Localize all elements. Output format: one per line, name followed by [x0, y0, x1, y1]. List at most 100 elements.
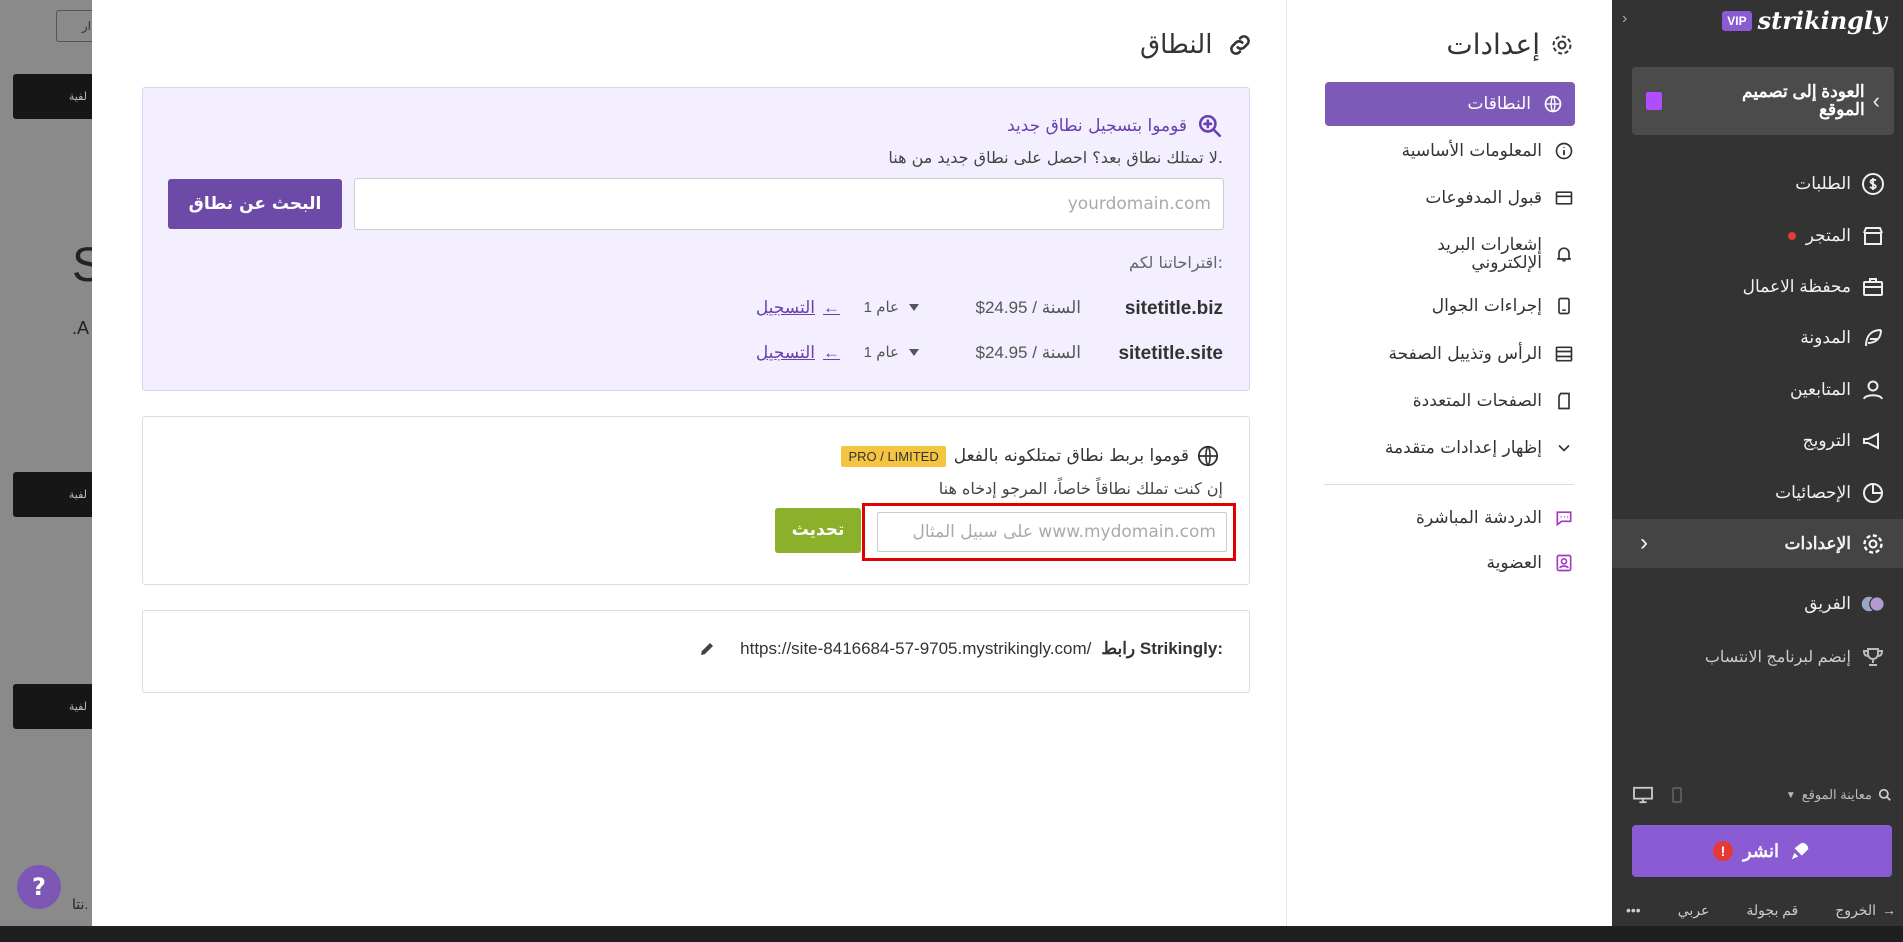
years-select[interactable]: 1 عام	[864, 343, 919, 361]
globe-icon	[1197, 445, 1219, 467]
caret-down-icon	[909, 303, 919, 311]
years-select[interactable]: 1 عام	[864, 298, 919, 316]
own-domain-card: PRO / LIMITED قوموا بربط نطاق تمتلكونه ب…	[142, 416, 1250, 585]
settings-item-membership[interactable]: العضوية	[1487, 553, 1574, 573]
logout-arrow-icon: →	[1881, 902, 1896, 918]
preview-label: معاينة الموقع	[1801, 787, 1872, 802]
more-icon[interactable]: •••	[1626, 902, 1641, 919]
highlight-box: على سبيل المثال www.mydomain.com	[862, 503, 1236, 561]
search-domain-button[interactable]: البحث عن نطاق	[168, 179, 342, 229]
url-label: رابط Strikingly:	[1101, 639, 1223, 658]
background-editor: ار لفية S .A لفية لفية نتا.	[0, 0, 104, 942]
domain-search-input[interactable]: yourdomain.com	[354, 178, 1224, 230]
suggestions-label: اقتراحاتنا لكم:	[1129, 253, 1223, 272]
settings-item-label: الرأس وتذييل الصفحة	[1388, 344, 1543, 364]
sidebar-item-analytics[interactable]: الإحصائيات	[1775, 481, 1885, 505]
sidebar-item-followers[interactable]: المتابعين	[1790, 378, 1885, 402]
sidebar-item-label: محفظة الاعمال	[1742, 277, 1851, 296]
settings-item-label: العضوية	[1486, 553, 1542, 573]
background-block: لفية	[13, 684, 101, 729]
chevron-right-icon: ›	[1640, 529, 1648, 556]
sidebar-item-store[interactable]: المتجر	[1787, 224, 1885, 248]
settings-item-label: الصفحات المتعددة	[1412, 391, 1542, 411]
background-text: نتا.	[72, 896, 89, 912]
own-domain-title: PRO / LIMITED قوموا بربط نطاق تمتلكونه ب…	[833, 445, 1219, 467]
arrow-left-icon: ←	[823, 343, 840, 362]
suggested-domain: sitetitle.biz	[1124, 298, 1223, 319]
language-link[interactable]: عربي	[1678, 902, 1710, 919]
vip-badge: VIP	[1722, 10, 1752, 31]
years-value: 1 عام	[863, 344, 899, 361]
settings-item-basic-info[interactable]: المعلومات الأساسية	[1402, 141, 1574, 161]
mobile-icon	[1558, 297, 1570, 315]
suggestion-row: sitetitle.biz $24.95 / السنة 1 عام التسج…	[143, 298, 1249, 322]
link-icon	[1230, 35, 1251, 55]
sidebar-item-affiliate[interactable]: إنضم لبرنامج الانتساب	[1705, 645, 1885, 669]
sidebar-item-label: الترويج	[1802, 431, 1851, 450]
sidebar-item-label: الإحصائيات	[1775, 483, 1851, 502]
register-domain-card: قوموا بتسجيل نطاق جديد لا تمتلك نطاق بعد…	[142, 87, 1250, 391]
back-to-design-button[interactable]: العودة إلى تصميم الموقع ‹	[1632, 67, 1894, 135]
settings-item-live-chat[interactable]: الدردشة المباشرة	[1416, 508, 1574, 528]
sidebar-item-label: إنضم لبرنامج الانتساب	[1704, 649, 1851, 666]
caret-down-icon	[909, 348, 919, 356]
logout-label: الخروج	[1835, 902, 1876, 918]
suggested-price: $24.95 / السنة	[975, 343, 1081, 362]
warning-icon: !	[1713, 841, 1733, 861]
sidebar-item-portfolio[interactable]: محفظة الاعمال	[1743, 275, 1885, 299]
sidebar-item-team[interactable]: الفريق	[1804, 592, 1885, 616]
publish-label: انشر	[1743, 840, 1779, 861]
settings-item-advanced[interactable]: إظهار إعدادات متقدمة	[1385, 438, 1574, 458]
tour-link[interactable]: قم بجولة	[1746, 902, 1798, 919]
trophy-icon	[1862, 648, 1884, 666]
mobile-icon[interactable]	[1672, 787, 1682, 803]
logout-link[interactable]: الخروج →	[1835, 902, 1896, 919]
own-domain-subtitle: إن كنت تملك نطاقاً خاصاً، المرجو إدخاه ه…	[938, 479, 1223, 498]
settings-item-payments[interactable]: قبول المدفوعات	[1425, 188, 1574, 208]
chevron-left-icon: ‹	[1872, 88, 1880, 113]
register-link[interactable]: التسجيل ←	[756, 298, 840, 318]
app-sidebar: › VIP strikingly العودة إلى تصميم الموقع…	[1612, 0, 1903, 926]
pages-icon	[1558, 392, 1570, 410]
register-link-label: التسجيل	[755, 298, 815, 317]
sidebar-item-blog[interactable]: المدونة	[1800, 326, 1885, 350]
card-icon	[1555, 191, 1573, 205]
update-button[interactable]: تحديث	[775, 508, 861, 553]
settings-title: إعدادات	[1446, 28, 1574, 61]
pro-badge: PRO / LIMITED	[841, 445, 946, 467]
background-block: لفية	[13, 472, 101, 517]
settings-item-label: إظهار إعدادات متقدمة	[1384, 438, 1542, 458]
preview-site-dropdown[interactable]: ▼ معاينة الموقع	[1786, 787, 1892, 803]
sidebar-item-promotion[interactable]: الترويج	[1803, 429, 1885, 453]
dollar-icon	[1862, 173, 1884, 195]
settings-item-domains[interactable]: النطاقات	[1325, 82, 1575, 126]
back-label: العودة إلى تصميم الموقع	[1742, 82, 1865, 119]
collapse-chevron-icon[interactable]: ›	[1622, 10, 1627, 28]
settings-item-multiple-pages[interactable]: الصفحات المتعددة	[1413, 391, 1574, 411]
strikingly-url-row: https://site-8416684-57-9705.mystrikingl…	[698, 639, 1223, 659]
own-domain-input[interactable]: على سبيل المثال www.mydomain.com	[877, 512, 1227, 552]
layout-icon	[1555, 346, 1573, 362]
sidebar-item-settings[interactable]: › الإعدادات	[1612, 519, 1903, 568]
sidebar-item-orders[interactable]: الطلبات	[1795, 172, 1885, 196]
sidebar-footer: ••• عربي قم بجولة الخروج →	[1626, 902, 1896, 919]
info-icon	[1555, 142, 1573, 160]
help-button[interactable]: ?	[17, 865, 61, 909]
desktop-icon[interactable]	[1632, 786, 1654, 804]
settings-item-mobile-actions[interactable]: إجراءات الجوال	[1432, 296, 1574, 316]
notification-dot	[1787, 232, 1796, 240]
settings-item-label: الدردشة المباشرة	[1416, 508, 1542, 528]
publish-button[interactable]: ! انشر	[1632, 825, 1892, 877]
register-link[interactable]: التسجيل ←	[756, 343, 840, 363]
settings-item-header-footer[interactable]: الرأس وتذييل الصفحة	[1389, 344, 1575, 364]
settings-item-label: النطاقات	[1467, 94, 1531, 114]
megaphone-icon	[1863, 432, 1879, 450]
settings-item-label: إشعارات البريد الإلكتروني	[1437, 235, 1542, 273]
users-icon	[1863, 380, 1883, 400]
os-taskbar	[0, 926, 1903, 942]
own-domain-title-text: قوموا بربط نطاق تمتلكونه بالفعل	[953, 446, 1189, 466]
sidebar-item-label: الإعدادات	[1784, 533, 1851, 553]
settings-item-email-notifications[interactable]: إشعارات البريد الإلكتروني	[1432, 236, 1574, 272]
background-block: لفية	[13, 74, 101, 119]
pencil-icon[interactable]	[698, 640, 716, 658]
